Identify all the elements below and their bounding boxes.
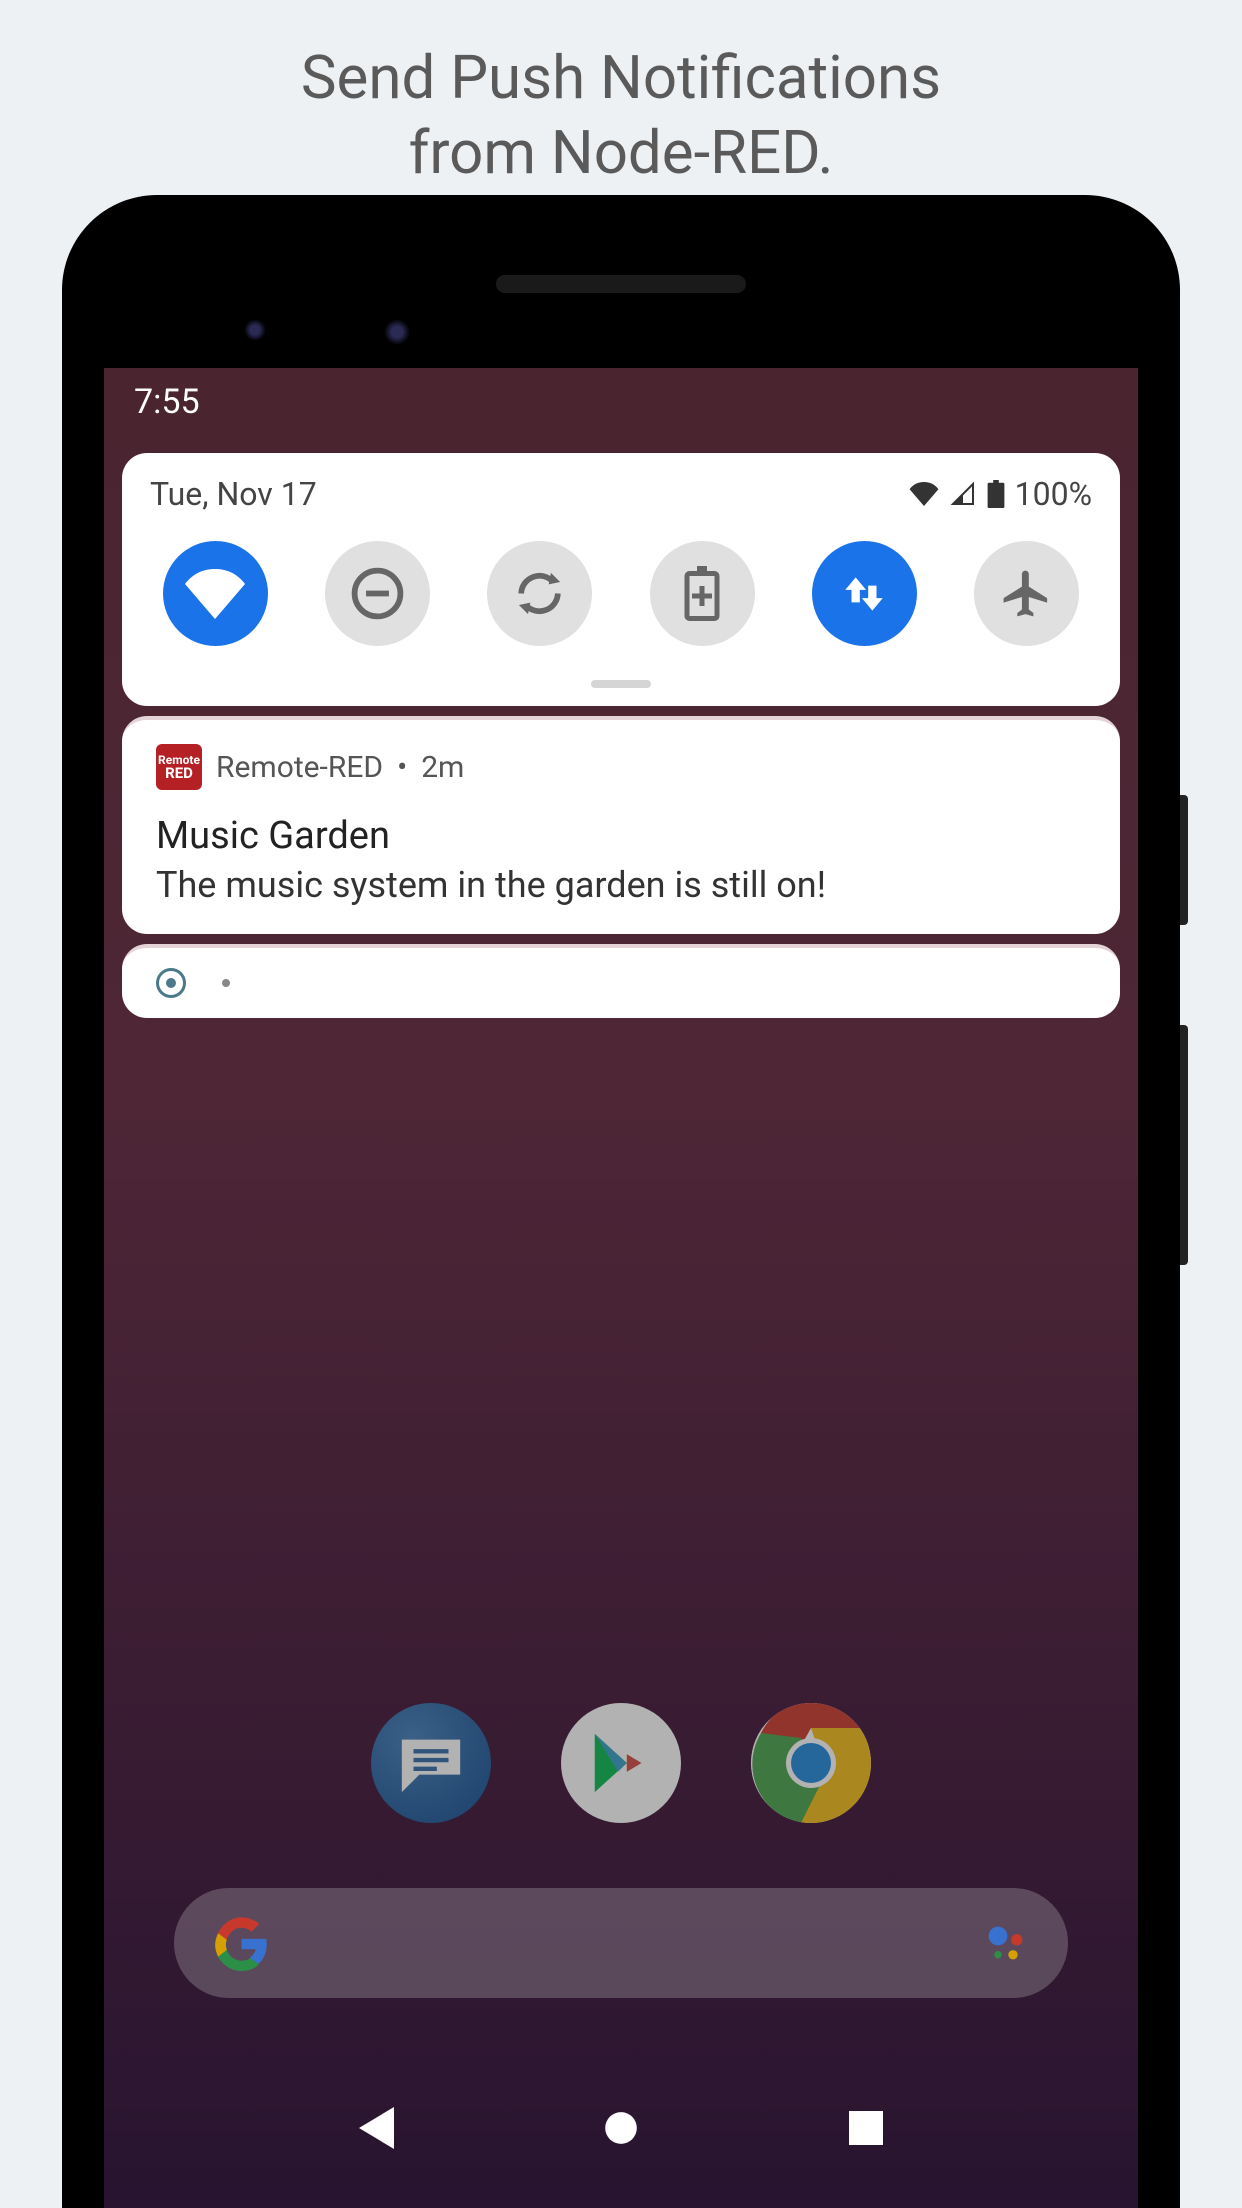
status-time: 7:55	[134, 382, 200, 422]
dnd-icon	[350, 566, 405, 621]
notification-title: Music Garden	[156, 814, 1086, 858]
battery-saver-icon	[682, 566, 722, 621]
home-icon	[602, 2109, 640, 2147]
phone-frame: 7:55 Tue, Nov 17 100%	[62, 195, 1180, 2208]
navigation-bar	[104, 2078, 1138, 2178]
promo-caption: Send Push Notifications from Node-RED.	[0, 40, 1242, 190]
app-dock	[104, 1703, 1138, 1823]
front-camera-1	[244, 319, 266, 341]
messages-icon	[396, 1733, 466, 1793]
qs-toggles-row	[122, 541, 1120, 666]
nav-back-button[interactable]	[356, 2108, 396, 2148]
airplane-icon	[999, 566, 1054, 621]
play-store-icon	[586, 1728, 656, 1798]
qs-header: Tue, Nov 17 100%	[122, 475, 1120, 541]
collapsed-notification[interactable]	[122, 944, 1120, 1018]
qs-status-icons: 100%	[909, 475, 1092, 513]
earpiece	[496, 275, 746, 293]
separator: •	[397, 750, 407, 785]
qs-drag-handle[interactable]	[591, 680, 651, 688]
chrome-icon	[751, 1703, 871, 1823]
quick-settings-panel[interactable]: Tue, Nov 17 100%	[122, 453, 1120, 706]
qs-date: Tue, Nov 17	[150, 475, 317, 513]
play-store-app-icon[interactable]	[561, 1703, 681, 1823]
back-icon	[359, 2107, 394, 2149]
caption-line1: Send Push Notifications	[301, 42, 941, 113]
google-search-bar[interactable]	[174, 1888, 1068, 1998]
wifi-icon	[185, 569, 245, 619]
qs-toggle-battery-saver[interactable]	[650, 541, 755, 646]
notification-dot	[222, 979, 230, 987]
phone-screen: 7:55 Tue, Nov 17 100%	[104, 368, 1138, 2208]
rotate-icon	[512, 566, 567, 621]
notification-header: Remote RED Remote-RED • 2m	[156, 744, 1086, 790]
battery-percent: 100%	[1015, 475, 1092, 513]
nav-recent-button[interactable]	[846, 2108, 886, 2148]
app-icon-remote-red: Remote RED	[156, 744, 202, 790]
caption-line2: from Node-RED.	[409, 117, 834, 188]
qs-toggle-autorotate[interactable]	[487, 541, 592, 646]
qs-toggle-wifi[interactable]	[163, 541, 268, 646]
messages-app-icon[interactable]	[371, 1703, 491, 1823]
power-button	[1180, 795, 1188, 925]
qs-toggle-airplane[interactable]	[974, 541, 1079, 646]
notification-body: The music system in the garden is still …	[156, 864, 1086, 906]
recent-icon	[849, 2111, 883, 2145]
google-logo-icon	[214, 1916, 269, 1971]
signal-icon	[949, 482, 977, 506]
battery-icon	[987, 480, 1005, 508]
notification-timestamp: 2m	[421, 750, 464, 785]
wifi-icon	[909, 482, 939, 506]
qs-toggle-mobile-data[interactable]	[812, 541, 917, 646]
qs-toggle-dnd[interactable]	[325, 541, 430, 646]
data-arrows-icon	[839, 569, 889, 619]
status-bar: 7:55	[104, 368, 1138, 428]
volume-button	[1180, 1025, 1188, 1265]
notification-card[interactable]: Remote RED Remote-RED • 2m Music Garden …	[122, 716, 1120, 934]
system-update-icon	[156, 968, 186, 998]
nav-home-button[interactable]	[601, 2108, 641, 2148]
notification-app-name: Remote-RED	[216, 750, 383, 785]
chrome-app-icon[interactable]	[751, 1703, 871, 1823]
front-camera-2	[384, 319, 410, 345]
assistant-icon	[983, 1921, 1028, 1966]
